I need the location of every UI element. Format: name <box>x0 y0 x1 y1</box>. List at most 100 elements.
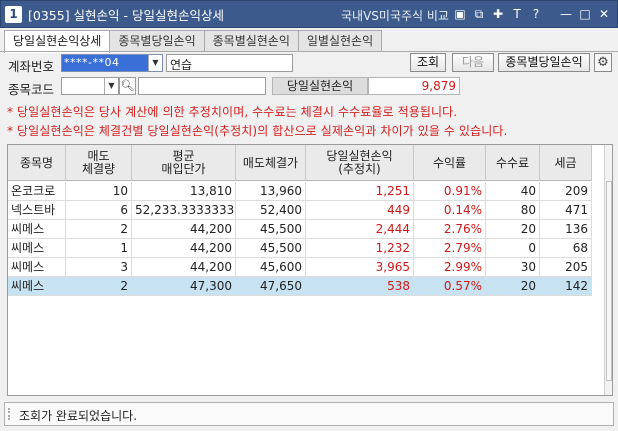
cell-sell-qty: 3 <box>66 258 132 277</box>
code-input[interactable]: ▼ <box>61 77 119 95</box>
window-number-badge: 1 <box>5 5 22 23</box>
tab-4[interactable]: 일별실현손익 <box>297 30 383 52</box>
chevron-down-icon[interactable]: ▼ <box>148 55 162 71</box>
gear-icon[interactable]: ⚙ <box>594 53 612 72</box>
cell-return-rate: 2.76% <box>414 220 486 239</box>
layout-icon[interactable]: ⧉ <box>472 6 486 22</box>
minimize-icon[interactable]: — <box>559 6 573 22</box>
tab-2[interactable]: 종목별당일손익 <box>109 30 205 52</box>
tab-divider <box>0 51 618 52</box>
cell-sell-qty: 2 <box>66 220 132 239</box>
cell-sell-qty: 6 <box>66 201 132 220</box>
vertical-scrollbar[interactable] <box>604 145 612 395</box>
cell-commission: 30 <box>486 258 540 277</box>
cell-sell-qty: 10 <box>66 182 132 201</box>
cell-realized-pnl: 449 <box>306 201 414 220</box>
table-row[interactable]: 씨메스 1 44,200 45,500 1,232 2.79% 0 68 <box>8 239 592 258</box>
title-bar-icons: ▣ ⧉ ✚ T? — □ ✕ <box>453 6 611 22</box>
notice-1: * 당일실현손익은 당사 계산에 의한 추정치이며, 수수료는 체결시 수수료율… <box>7 105 458 119</box>
cell-stock-name: 씨메스 <box>8 220 66 239</box>
sum-label: 당일실현손익 <box>272 77 368 95</box>
cell-commission: 40 <box>486 182 540 201</box>
result-grid: 종목명 매도 체결량 평균 매입단가 매도체결가 당일실현손익 (추정치) 수익률 수수료 세… <box>7 144 613 396</box>
cell-sell-price: 45,600 <box>236 258 306 277</box>
cell-return-rate: 0.91% <box>414 182 486 201</box>
chevron-down-icon[interactable]: ▼ <box>104 78 118 94</box>
search-icon[interactable]: 🔍︎ <box>119 77 136 95</box>
account-select[interactable]: ****-**04 ▼ <box>61 54 163 72</box>
tab-strip: 당일실현손익상세 종목별당일손익 종목별실현손익 일별실현손익 <box>4 30 383 53</box>
by-stock-daily-button[interactable]: 종목별당일손익 <box>498 53 590 72</box>
column-header-tax[interactable]: 세금 <box>540 145 592 181</box>
cell-tax: 471 <box>540 201 592 220</box>
cell-realized-pnl: 538 <box>306 277 414 296</box>
cell-sell-price: 47,650 <box>236 277 306 296</box>
cell-commission: 80 <box>486 201 540 220</box>
cell-stock-name: 온코크로 <box>8 182 66 201</box>
grip-icon <box>8 408 11 420</box>
query-button[interactable]: 조회 <box>410 53 446 72</box>
cell-avg-buy-price: 44,200 <box>132 258 236 277</box>
scroll-thumb[interactable] <box>606 181 612 381</box>
next-button[interactable]: 다음 <box>452 53 494 72</box>
cell-realized-pnl: 2,444 <box>306 220 414 239</box>
column-header-avg-buy-price[interactable]: 평균 매입단가 <box>132 145 236 181</box>
table-row[interactable]: 씨메스 2 47,300 47,650 538 0.57% 20 142 <box>8 277 592 296</box>
column-header-sell-qty[interactable]: 매도 체결량 <box>66 145 132 181</box>
table-row[interactable]: 씨메스 2 44,200 45,500 2,444 2.76% 20 136 <box>8 220 592 239</box>
account-label: 계좌번호 <box>8 59 55 74</box>
cell-commission: 20 <box>486 220 540 239</box>
compare-link[interactable]: 국내VS미국주식 비교 <box>341 7 449 24</box>
pin-icon[interactable]: ✚ <box>491 6 505 22</box>
account-name: 연습 <box>170 58 193 72</box>
column-header-stock-name[interactable]: 종목명 <box>8 145 66 181</box>
cell-realized-pnl: 3,965 <box>306 258 414 277</box>
cell-avg-buy-price: 13,810 <box>132 182 236 201</box>
cell-return-rate: 0.14% <box>414 201 486 220</box>
cell-avg-buy-price: 44,200 <box>132 220 236 239</box>
tab-3[interactable]: 종목별실현손익 <box>203 30 299 52</box>
window-icon[interactable]: ▣ <box>453 6 467 22</box>
close-icon[interactable]: ✕ <box>597 6 611 22</box>
grid-header: 종목명 매도 체결량 평균 매입단가 매도체결가 당일실현손익 (추정치) 수익률 수수료 세… <box>8 145 592 181</box>
cell-stock-name: 씨메스 <box>8 239 66 258</box>
cell-avg-buy-price: 47,300 <box>132 277 236 296</box>
account-name-field: 연습 <box>166 54 293 72</box>
sum-value: 9,879 <box>368 77 460 95</box>
cell-stock-name: 씨메스 <box>8 277 66 296</box>
cell-realized-pnl: 1,251 <box>306 182 414 201</box>
table-row[interactable]: 넥스트바 6 52,233.3333333 52,400 449 0.14% 80 471 <box>8 201 592 220</box>
maximize-icon[interactable]: □ <box>578 6 592 22</box>
cell-commission: 20 <box>486 277 540 296</box>
cell-stock-name: 씨메스 <box>8 258 66 277</box>
cell-sell-price: 13,960 <box>236 182 306 201</box>
tab-1[interactable]: 당일실현손익상세 <box>4 30 111 53</box>
column-header-return-rate[interactable]: 수익률 <box>414 145 486 181</box>
status-bar: 조회가 완료되었습니다. <box>4 402 614 426</box>
account-value: ****-**04 <box>64 56 120 69</box>
code-label: 종목코드 <box>8 82 55 97</box>
notice-2: * 당일실현손익은 체결건별 당일실현손익(추정치)의 합산으로 실제손익과 차… <box>7 124 508 138</box>
cell-tax: 142 <box>540 277 592 296</box>
status-text: 조회가 완료되었습니다. <box>19 409 138 423</box>
code-name-field <box>138 77 266 95</box>
column-header-commission[interactable]: 수수료 <box>486 145 540 181</box>
cell-stock-name: 넥스트바 <box>8 201 66 220</box>
font-icon[interactable]: T <box>510 6 524 22</box>
cell-tax: 136 <box>540 220 592 239</box>
table-row[interactable]: 온코크로 10 13,810 13,960 1,251 0.91% 40 209 <box>8 182 592 201</box>
cell-return-rate: 2.79% <box>414 239 486 258</box>
column-header-sell-price[interactable]: 매도체결가 <box>236 145 306 181</box>
cell-return-rate: 0.57% <box>414 277 486 296</box>
table-row[interactable]: 씨메스 3 44,200 45,600 3,965 2.99% 30 205 <box>8 258 592 277</box>
column-header-realized-pnl[interactable]: 당일실현손익 (추정치) <box>306 145 414 181</box>
grid-body: 온코크로 10 13,810 13,960 1,251 0.91% 40 209 넥스트바 6 52… <box>8 182 592 296</box>
cell-tax: 205 <box>540 258 592 277</box>
cell-realized-pnl: 1,232 <box>306 239 414 258</box>
help-icon[interactable]: ? <box>529 6 543 22</box>
cell-sell-qty: 2 <box>66 277 132 296</box>
cell-tax: 68 <box>540 239 592 258</box>
title-bar: 1 [0355] 실현손익 - 당일실현손익상세 국내VS미국주식 비교 ▣ ⧉ ✚… <box>0 0 618 28</box>
cell-avg-buy-price: 44,200 <box>132 239 236 258</box>
cell-commission: 0 <box>486 239 540 258</box>
